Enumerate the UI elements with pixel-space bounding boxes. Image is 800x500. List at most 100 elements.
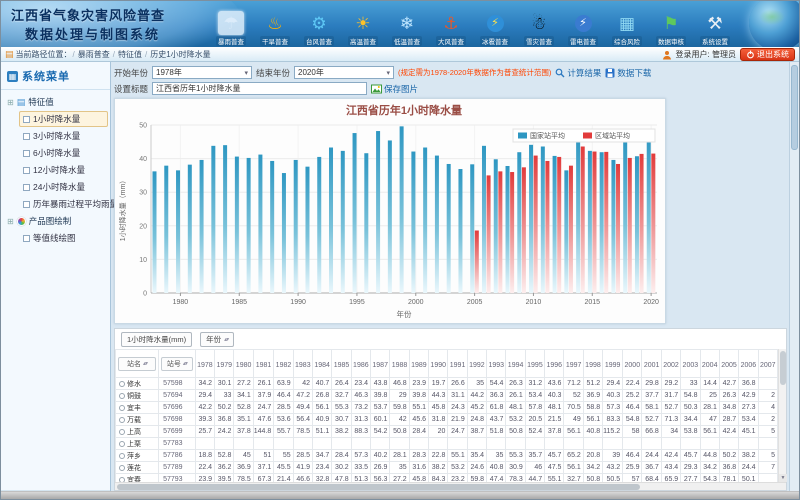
scroll-down-arrow-icon[interactable]: ▼ <box>779 474 787 482</box>
table-hscroll-thumb[interactable] <box>117 484 640 490</box>
chart-panel: 0102030405019801985199019952000200520102… <box>114 98 666 324</box>
station-name-cell[interactable]: 宜丰 <box>116 402 159 414</box>
download-button[interactable]: 数据下载 <box>605 67 651 79</box>
year-column-header[interactable]: 1996 <box>545 350 564 378</box>
toolbar-item-zonghe[interactable]: ▦综合风险 <box>605 11 649 46</box>
table-vertical-scrollbar[interactable]: ▼ <box>778 349 786 482</box>
year-column-header[interactable]: 1990 <box>429 350 448 378</box>
year-column-header[interactable]: 1987 <box>371 350 390 378</box>
tree-item-3小时降水量[interactable]: 3小时降水量 <box>19 128 108 144</box>
year-column-header[interactable]: 1991 <box>448 350 467 378</box>
year-column-header[interactable]: 1984 <box>312 350 331 378</box>
year-column-header[interactable]: 1985 <box>332 350 351 378</box>
year-column-header[interactable]: 1980 <box>234 350 253 378</box>
year-column-header[interactable]: 1982 <box>274 350 293 378</box>
year-column-header[interactable]: 1998 <box>583 350 602 378</box>
station-name-cell[interactable]: 宜春 <box>116 474 159 483</box>
year-column-header[interactable]: 2005 <box>719 350 738 378</box>
page-scrollbar[interactable] <box>789 62 799 491</box>
end-year-select[interactable]: 2020年▾ <box>294 66 394 79</box>
year-column-header[interactable]: 1997 <box>564 350 583 378</box>
value-cell: 42.2 <box>195 402 214 414</box>
year-column-header[interactable]: 1988 <box>390 350 409 378</box>
radio-icon[interactable] <box>119 405 125 411</box>
station-name-cell[interactable]: 修水 <box>116 378 159 390</box>
station-name-cell[interactable]: 萍乡 <box>116 450 159 462</box>
value-cell: 71.2 <box>564 378 583 390</box>
value-cell <box>506 438 525 450</box>
toolbar-item-leidian[interactable]: ⚡雷电普查 <box>561 11 605 46</box>
year-column-header[interactable]: 2002 <box>661 350 680 378</box>
radio-icon[interactable] <box>119 381 125 387</box>
year-column-header[interactable]: 1981 <box>253 350 274 378</box>
radio-icon[interactable] <box>119 453 125 459</box>
toolbar-item-shenhe[interactable]: ⚑数据审核 <box>649 11 693 46</box>
tree-item-历年暴雨过程平均雨量[interactable]: 历年暴雨过程平均雨量 <box>19 196 108 212</box>
station-name-cell[interactable]: 上高 <box>116 426 159 438</box>
toolbar-item-diwen[interactable]: ❄低温普查 <box>385 11 429 46</box>
tree-item-24小时降水量[interactable]: 24小时降水量 <box>19 179 108 195</box>
tree-toggle-icon[interactable]: ⊞ <box>7 217 14 226</box>
station-name-header[interactable]: 站名▴▾ <box>116 350 159 378</box>
station-name-cell[interactable]: 莲花 <box>116 462 159 474</box>
radio-icon[interactable] <box>119 417 125 423</box>
radio-icon[interactable] <box>119 441 125 447</box>
toolbar-item-shezhi[interactable]: ⚒系统设置 <box>693 11 737 46</box>
year-column-header[interactable]: 1986 <box>351 350 370 378</box>
toolbar-item-ganhan[interactable]: ♨干旱普查 <box>253 11 297 46</box>
breadcrumb-item[interactable]: 历史1小时降水量 <box>150 50 210 59</box>
page-scrollbar-thumb[interactable] <box>791 65 798 150</box>
toolbar-item-gaowen[interactable]: ☀高温普查 <box>341 11 385 46</box>
tree-item-等值线绘图[interactable]: 等值线绘图 <box>19 230 108 246</box>
logout-button[interactable]: 退出系统 <box>740 48 795 61</box>
table-filter-label[interactable]: 1小时降水量(mm) <box>121 332 192 347</box>
tree-item-1小时降水量[interactable]: 1小时降水量 <box>19 111 108 127</box>
year-column-header[interactable]: 1989 <box>409 350 428 378</box>
year-column-header[interactable]: 1999 <box>603 350 623 378</box>
toolbar-item-bingbao[interactable]: ⚡冰雹普查 <box>473 11 517 46</box>
year-column-header[interactable]: 1978 <box>195 350 214 378</box>
leaf-checkbox-icon <box>23 133 30 140</box>
station-name-cell[interactable]: 铜鼓 <box>116 390 159 402</box>
radio-icon[interactable] <box>119 393 125 399</box>
year-column-header[interactable]: 1979 <box>215 350 234 378</box>
svg-text:1小时降水量（mm）: 1小时降水量（mm） <box>118 177 127 242</box>
year-column-header[interactable]: 1993 <box>487 350 506 378</box>
tree-item-12小时降水量[interactable]: 12小时降水量 <box>19 162 108 178</box>
station-name-cell[interactable]: 上栗 <box>116 438 159 450</box>
year-column-header[interactable]: 2006 <box>739 350 758 378</box>
breadcrumb-item[interactable]: 暴雨普查 <box>78 50 110 59</box>
year-column-header[interactable]: 1992 <box>467 350 486 378</box>
chart-title-input[interactable] <box>152 82 367 95</box>
tree-toggle-icon[interactable]: ⊞ <box>7 98 14 107</box>
value-cell <box>758 438 777 450</box>
toolbar-item-taifeng[interactable]: ⚙台风普查 <box>297 11 341 46</box>
year-column-header[interactable]: 1994 <box>506 350 525 378</box>
svg-text:1980: 1980 <box>173 299 189 306</box>
station-name-cell[interactable]: 万载 <box>116 414 159 426</box>
radio-icon[interactable] <box>119 465 125 471</box>
year-column-header[interactable]: 2003 <box>681 350 700 378</box>
toolbar-item-xuezai[interactable]: ☃雪灾普查 <box>517 11 561 46</box>
tree-item-6小时降水量[interactable]: 6小时降水量 <box>19 145 108 161</box>
year-sort-control[interactable]: 年份 ▴▾ <box>200 332 234 347</box>
year-column-header[interactable]: 1995 <box>525 350 544 378</box>
tree-group-1[interactable]: ⊞产品图绘制 <box>3 213 108 229</box>
year-column-header[interactable]: 1983 <box>293 350 312 378</box>
calculate-button[interactable]: 计算结果 <box>555 67 601 79</box>
year-column-header[interactable]: 2007 <box>758 350 777 378</box>
year-column-header[interactable]: 2000 <box>623 350 642 378</box>
toolbar-item-baoyu[interactable]: ☂暴雨普查 <box>209 11 253 46</box>
station-code-header[interactable]: 站号▴▾ <box>159 350 196 378</box>
table-vscroll-thumb[interactable] <box>780 351 786 385</box>
year-column-header[interactable]: 2001 <box>642 350 661 378</box>
value-cell: 60.1 <box>371 414 390 426</box>
radio-icon[interactable] <box>119 429 125 435</box>
toolbar-item-dafeng[interactable]: ⚓大风普查 <box>429 11 473 46</box>
breadcrumb-item[interactable]: 特征值 <box>118 50 142 59</box>
year-column-header[interactable]: 2004 <box>700 350 719 378</box>
start-year-select[interactable]: 1978年▾ <box>152 66 252 79</box>
table-horizontal-scrollbar[interactable] <box>115 482 786 490</box>
save-image-button[interactable]: 保存图片 <box>371 83 418 95</box>
tree-group-0[interactable]: ⊞▤特征值 <box>3 94 108 110</box>
